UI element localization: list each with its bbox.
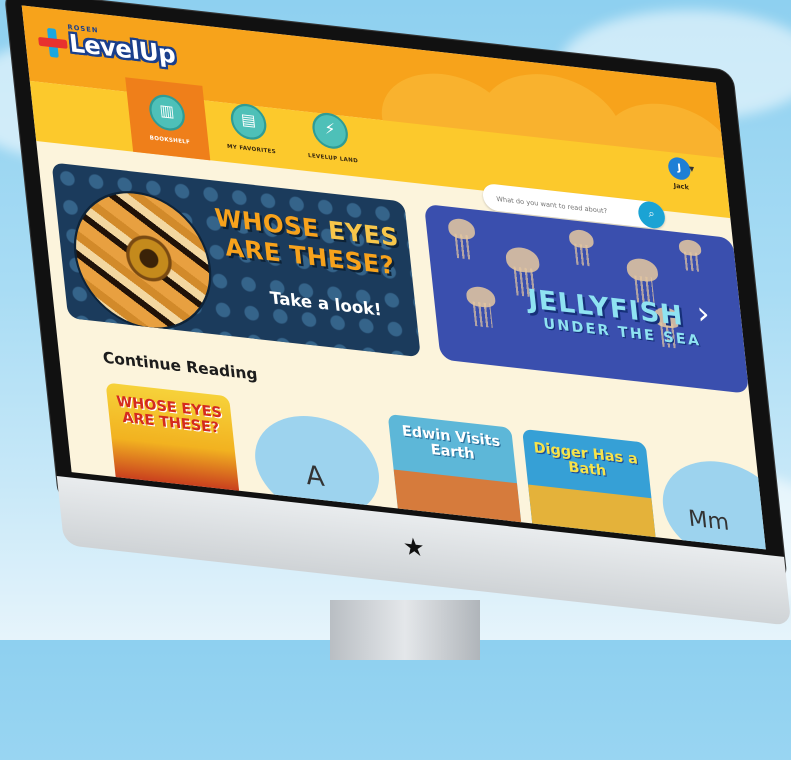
tab-label: BOOKSHELF	[149, 134, 191, 147]
avatar[interactable]: J	[667, 156, 692, 181]
star-logo-icon: ★	[401, 533, 427, 564]
tab-my-favorites[interactable]: ▤ MY FAVORITES	[207, 86, 292, 169]
tab-label: LEVELUP LAND	[307, 152, 359, 165]
caret-down-icon[interactable]: ▼	[689, 165, 695, 173]
bookshelf-icon: ▥	[147, 92, 187, 133]
book-cover-title: A	[304, 459, 326, 493]
tab-levelup-land[interactable]: ⚡ LEVELUP LAND	[288, 95, 373, 178]
tab-bookshelf[interactable]: ▥ BOOKSHELF	[125, 77, 211, 161]
plus-logo-icon	[37, 27, 69, 59]
tab-label: MY FAVORITES	[226, 143, 277, 156]
book-card[interactable]: Mm	[657, 454, 766, 550]
monitor: ★ ROSEN LevelUp ▥ BOOKSHELF ▤ MY FAVORIT…	[0, 0, 791, 760]
book-cover-title: WHOSE EYES ARE THESE?	[115, 393, 223, 438]
section-title: Continue Reading	[102, 349, 259, 385]
user-menu[interactable]: J ▼ Jack	[656, 155, 704, 193]
chevron-right-icon[interactable]: ›	[695, 294, 711, 332]
book-cover-title: Mm	[686, 504, 731, 536]
banner-jellyfish[interactable]: JELLYFISH UNDER THE SEA ›	[423, 203, 750, 394]
favorites-book-icon: ▤	[229, 102, 269, 142]
book-cover-title: Digger Has a Bath	[532, 440, 639, 481]
app-screen: ROSEN LevelUp ▥ BOOKSHELF ▤ MY FAVORITES…	[21, 5, 766, 550]
banner-whose-eyes[interactable]: WHOSE EYES ARE THESE? Take a look!	[51, 162, 421, 358]
lightning-icon: ⚡	[310, 111, 350, 151]
logo-text: LevelUp	[67, 30, 177, 70]
book-cover-title: Edwin Visits Earth	[401, 423, 501, 464]
